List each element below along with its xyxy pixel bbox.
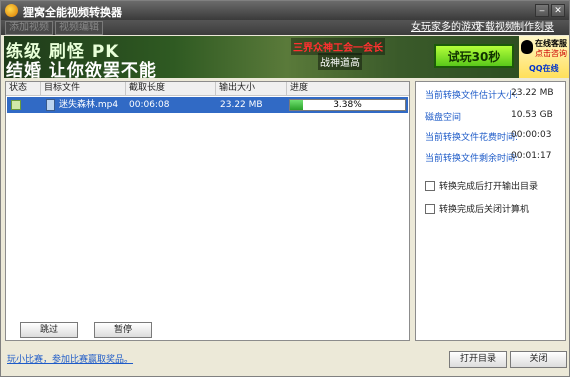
table-row[interactable]: 迷失森林.mp4 00:06:08 23.22 MB 3.38% xyxy=(7,97,408,113)
add-video-button[interactable]: 添加视频 xyxy=(5,21,53,35)
try-30s-button[interactable]: 试玩30秒 xyxy=(434,44,514,68)
open-output-dir-option[interactable]: 转换完成后打开输出目录 xyxy=(425,179,538,192)
list-header: 状态 目标文件 截取长度 输出大小 进度 xyxy=(6,82,409,96)
open-output-dir-label: 转换完成后打开输出目录 xyxy=(439,182,539,192)
conversion-list[interactable]: 状态 目标文件 截取长度 输出大小 进度 迷失森林.mp4 00:06:08 2… xyxy=(5,81,410,341)
progress-percent: 3.38% xyxy=(333,100,362,110)
contest-link[interactable]: 玩小比赛，参加比赛赢取奖品。 xyxy=(7,352,133,365)
video-edit-button[interactable]: 视频编辑 xyxy=(55,21,103,35)
col-progress[interactable]: 进度 xyxy=(287,82,409,95)
title-bar[interactable]: 狸窝全能视频转换器 ‒ ✕ xyxy=(1,1,569,20)
service-label: 在线客服 xyxy=(535,39,567,48)
row-file-name: 迷失森林.mp4 xyxy=(59,100,119,110)
toolbar-link-download-video[interactable]: 下载视频 xyxy=(475,21,515,34)
col-status[interactable]: 状态 xyxy=(6,82,41,95)
open-directory-button[interactable]: 打开目录 xyxy=(449,351,507,368)
col-output-size[interactable]: 输出大小 xyxy=(216,82,287,95)
status-checkbox-icon[interactable] xyxy=(11,100,21,110)
shutdown-checkbox[interactable] xyxy=(425,203,435,214)
minimize-icon[interactable]: ‒ xyxy=(535,4,549,17)
service-consult-label: 点击咨询 xyxy=(535,49,567,58)
open-output-dir-checkbox[interactable] xyxy=(425,180,435,191)
banner-mid-line2: 战神道高 xyxy=(318,53,362,70)
toolbar: 添加视频 视频编辑 女玩家多的游戏 下载视频 制作刻录DVD xyxy=(1,20,569,46)
ad-banner[interactable]: 练级 刷怪 PK 结婚 让你欲罢不能 三界众神工会一会长 战神道高 试玩30秒 … xyxy=(4,36,569,78)
toolbar-link-games[interactable]: 女玩家多的游戏 xyxy=(411,21,481,34)
col-target-file[interactable]: 目标文件 xyxy=(41,82,126,95)
stat-value-est-size: 23.22 MB xyxy=(511,88,554,98)
online-service-badge[interactable]: 在线客服 点击咨询 QQ在线 xyxy=(519,36,569,78)
stat-value-disk-space: 10.53 GB xyxy=(511,110,553,120)
app-logo-icon xyxy=(5,4,18,17)
qq-online-label: QQ在线 xyxy=(529,64,559,73)
stat-label-remaining: 当前转换文件剩余时间: xyxy=(425,154,519,164)
col-clip-length[interactable]: 截取长度 xyxy=(126,82,216,95)
stat-label-est-size: 当前转换文件估计大小: xyxy=(425,91,519,101)
skip-button[interactable]: 跳过 xyxy=(20,322,78,338)
window-controls: ‒ ✕ xyxy=(535,4,565,17)
shutdown-label: 转换完成后关闭计算机 xyxy=(439,205,530,215)
window-title: 狸窝全能视频转换器 xyxy=(23,6,122,19)
video-file-icon xyxy=(46,99,55,111)
stat-label-disk-space: 磁盘空间 xyxy=(425,113,462,123)
row-progress-bar: 3.38% xyxy=(289,99,406,111)
pause-button[interactable]: 暂停 xyxy=(94,322,152,338)
banner-slogan-line2: 结婚 让你欲罢不能 xyxy=(6,61,157,78)
stat-value-elapsed: 00:00:03 xyxy=(511,130,552,140)
converter-window: 狸窝全能视频转换器 ‒ ✕ 添加视频 视频编辑 女玩家多的游戏 下载视频 制作刻… xyxy=(0,0,570,377)
status-panel: 当前转换文件估计大小: 23.22 MB 磁盘空间 10.53 GB 当前转换文… xyxy=(415,81,566,341)
stat-value-remaining: 00:01:17 xyxy=(511,151,552,161)
close-button[interactable]: 关闭 xyxy=(510,351,567,368)
stat-label-elapsed: 当前转换文件花费时间: xyxy=(425,133,519,143)
row-length: 00:06:08 xyxy=(129,100,170,110)
shutdown-option[interactable]: 转换完成后关闭计算机 xyxy=(425,202,529,215)
row-size: 23.22 MB xyxy=(220,100,263,110)
qq-penguin-icon xyxy=(521,40,533,54)
close-icon[interactable]: ✕ xyxy=(551,4,565,17)
